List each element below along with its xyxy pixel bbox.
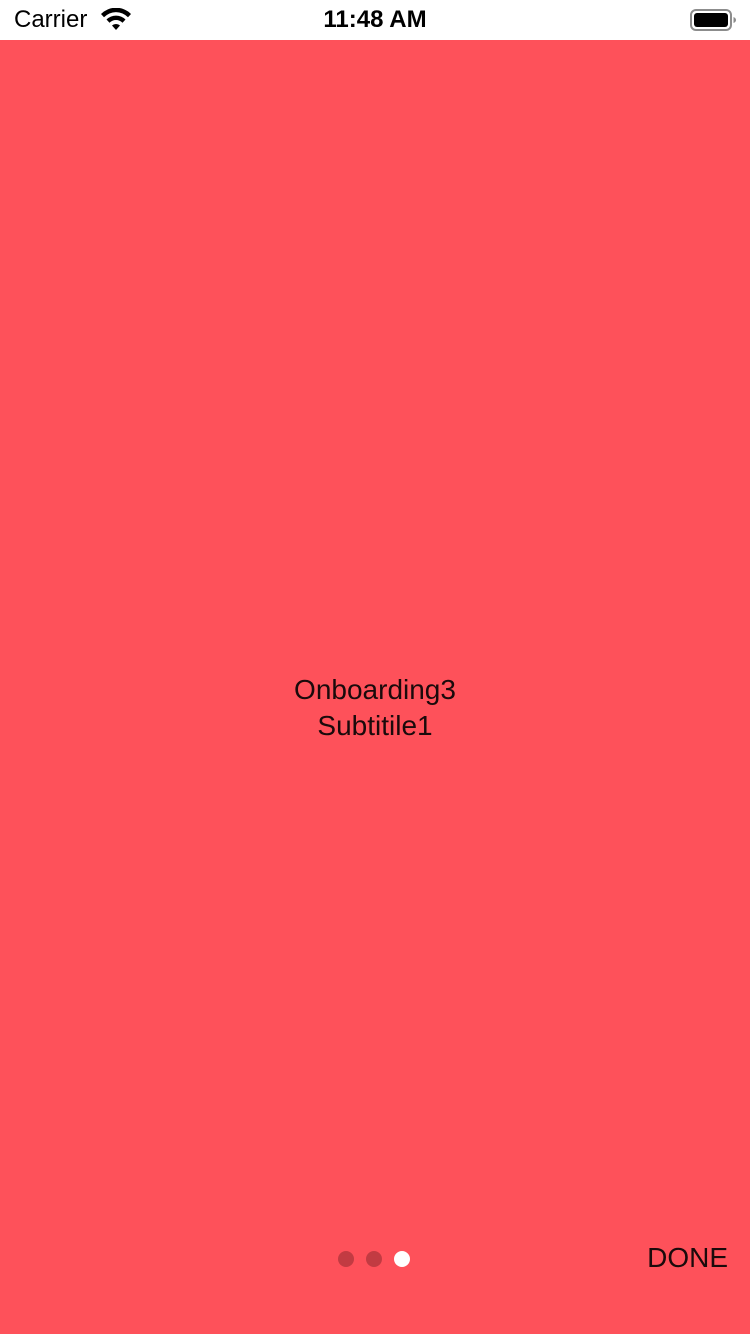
onboarding-title: Onboarding3	[294, 674, 456, 705]
battery-icon	[690, 9, 736, 31]
onboarding-subtitle: Subtitile1	[317, 710, 433, 741]
onboarding-page[interactable]: Onboarding3 Subtitile1 DONE	[0, 40, 750, 1334]
onboarding-text: Onboarding3 Subtitile1	[0, 672, 750, 744]
page-dot-1[interactable]	[338, 1251, 354, 1267]
page-indicator[interactable]	[338, 1251, 410, 1269]
status-bar: Carrier 11:48 AM	[0, 0, 750, 40]
status-time: 11:48 AM	[323, 6, 427, 33]
done-button[interactable]: DONE	[647, 1238, 728, 1278]
page-dot-3-active[interactable]	[394, 1251, 410, 1267]
page-dot-2[interactable]	[366, 1251, 382, 1267]
